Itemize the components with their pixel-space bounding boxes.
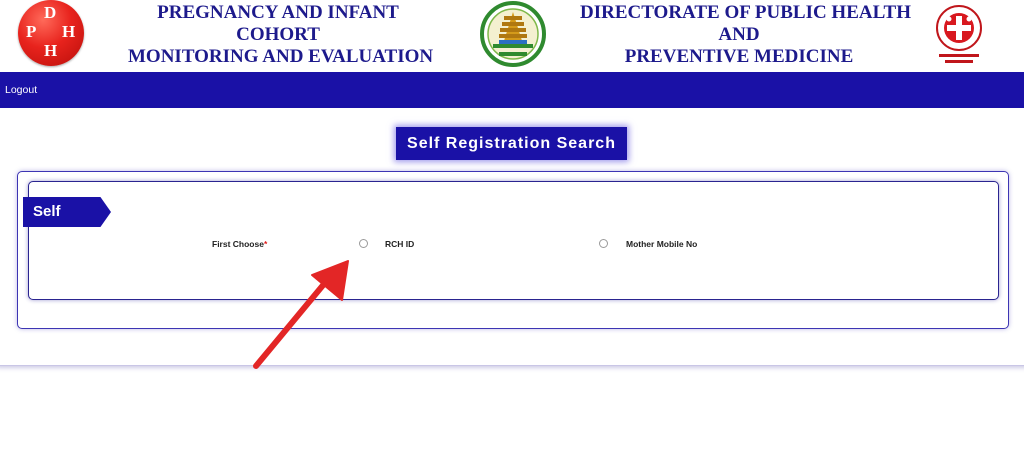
rch-id-label[interactable]: RCH ID [385, 239, 414, 249]
logo-letter-h-bottom: H [44, 41, 58, 60]
page-title: Self Registration Search [396, 127, 627, 160]
program-title-line-2: COHORT [236, 24, 320, 45]
mother-mobile-no-radio[interactable] [599, 239, 608, 248]
logo-letter-p: P [26, 22, 37, 41]
tamil-nadu-emblem-icon [480, 1, 546, 67]
logo-letter-h-right: H [62, 22, 76, 41]
program-title-line-1: PREGNANCY AND INFANT [157, 2, 399, 23]
first-choose-text: First Choose [212, 239, 264, 249]
logo-letter-d: D [44, 3, 57, 22]
section-title-ribbon: Self Search [23, 197, 111, 227]
program-title-line-3: MONITORING AND EVALUATION [128, 46, 434, 67]
directorate-title-line-2: AND [718, 24, 760, 45]
national-health-mission-logo-icon [936, 5, 982, 63]
dph-logo: D P H H [18, 0, 84, 66]
logout-link[interactable]: Logout [5, 84, 37, 96]
required-marker: * [263, 239, 268, 249]
nav-bar: Logout [0, 72, 1024, 108]
directorate-title-line-1: DIRECTORATE OF PUBLIC HEALTH [580, 2, 911, 23]
header: D P H H PREGNANCY AND INFANT COHORT MONI… [0, 0, 1024, 72]
directorate-title: DIRECTORATE OF PUBLIC HEALTH AND PREVENT… [580, 2, 911, 68]
mother-mobile-no-label[interactable]: Mother Mobile No [626, 239, 697, 249]
rch-id-radio[interactable] [359, 239, 368, 248]
directorate-title-line-3: PREVENTIVE MEDICINE [624, 46, 854, 67]
program-title: PREGNANCY AND INFANT COHORT MONITORING A… [128, 2, 434, 68]
first-choose-label: First Choose* [212, 239, 267, 249]
self-search-card [28, 181, 999, 300]
